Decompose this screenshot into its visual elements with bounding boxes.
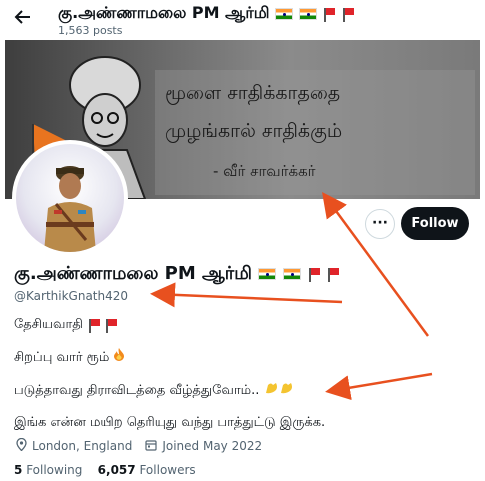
annotation-arrow: [150, 282, 343, 308]
annotation-arrows: [150, 191, 433, 401]
annotation-arrow: [322, 191, 430, 337]
annotation-arrow: [325, 372, 433, 401]
